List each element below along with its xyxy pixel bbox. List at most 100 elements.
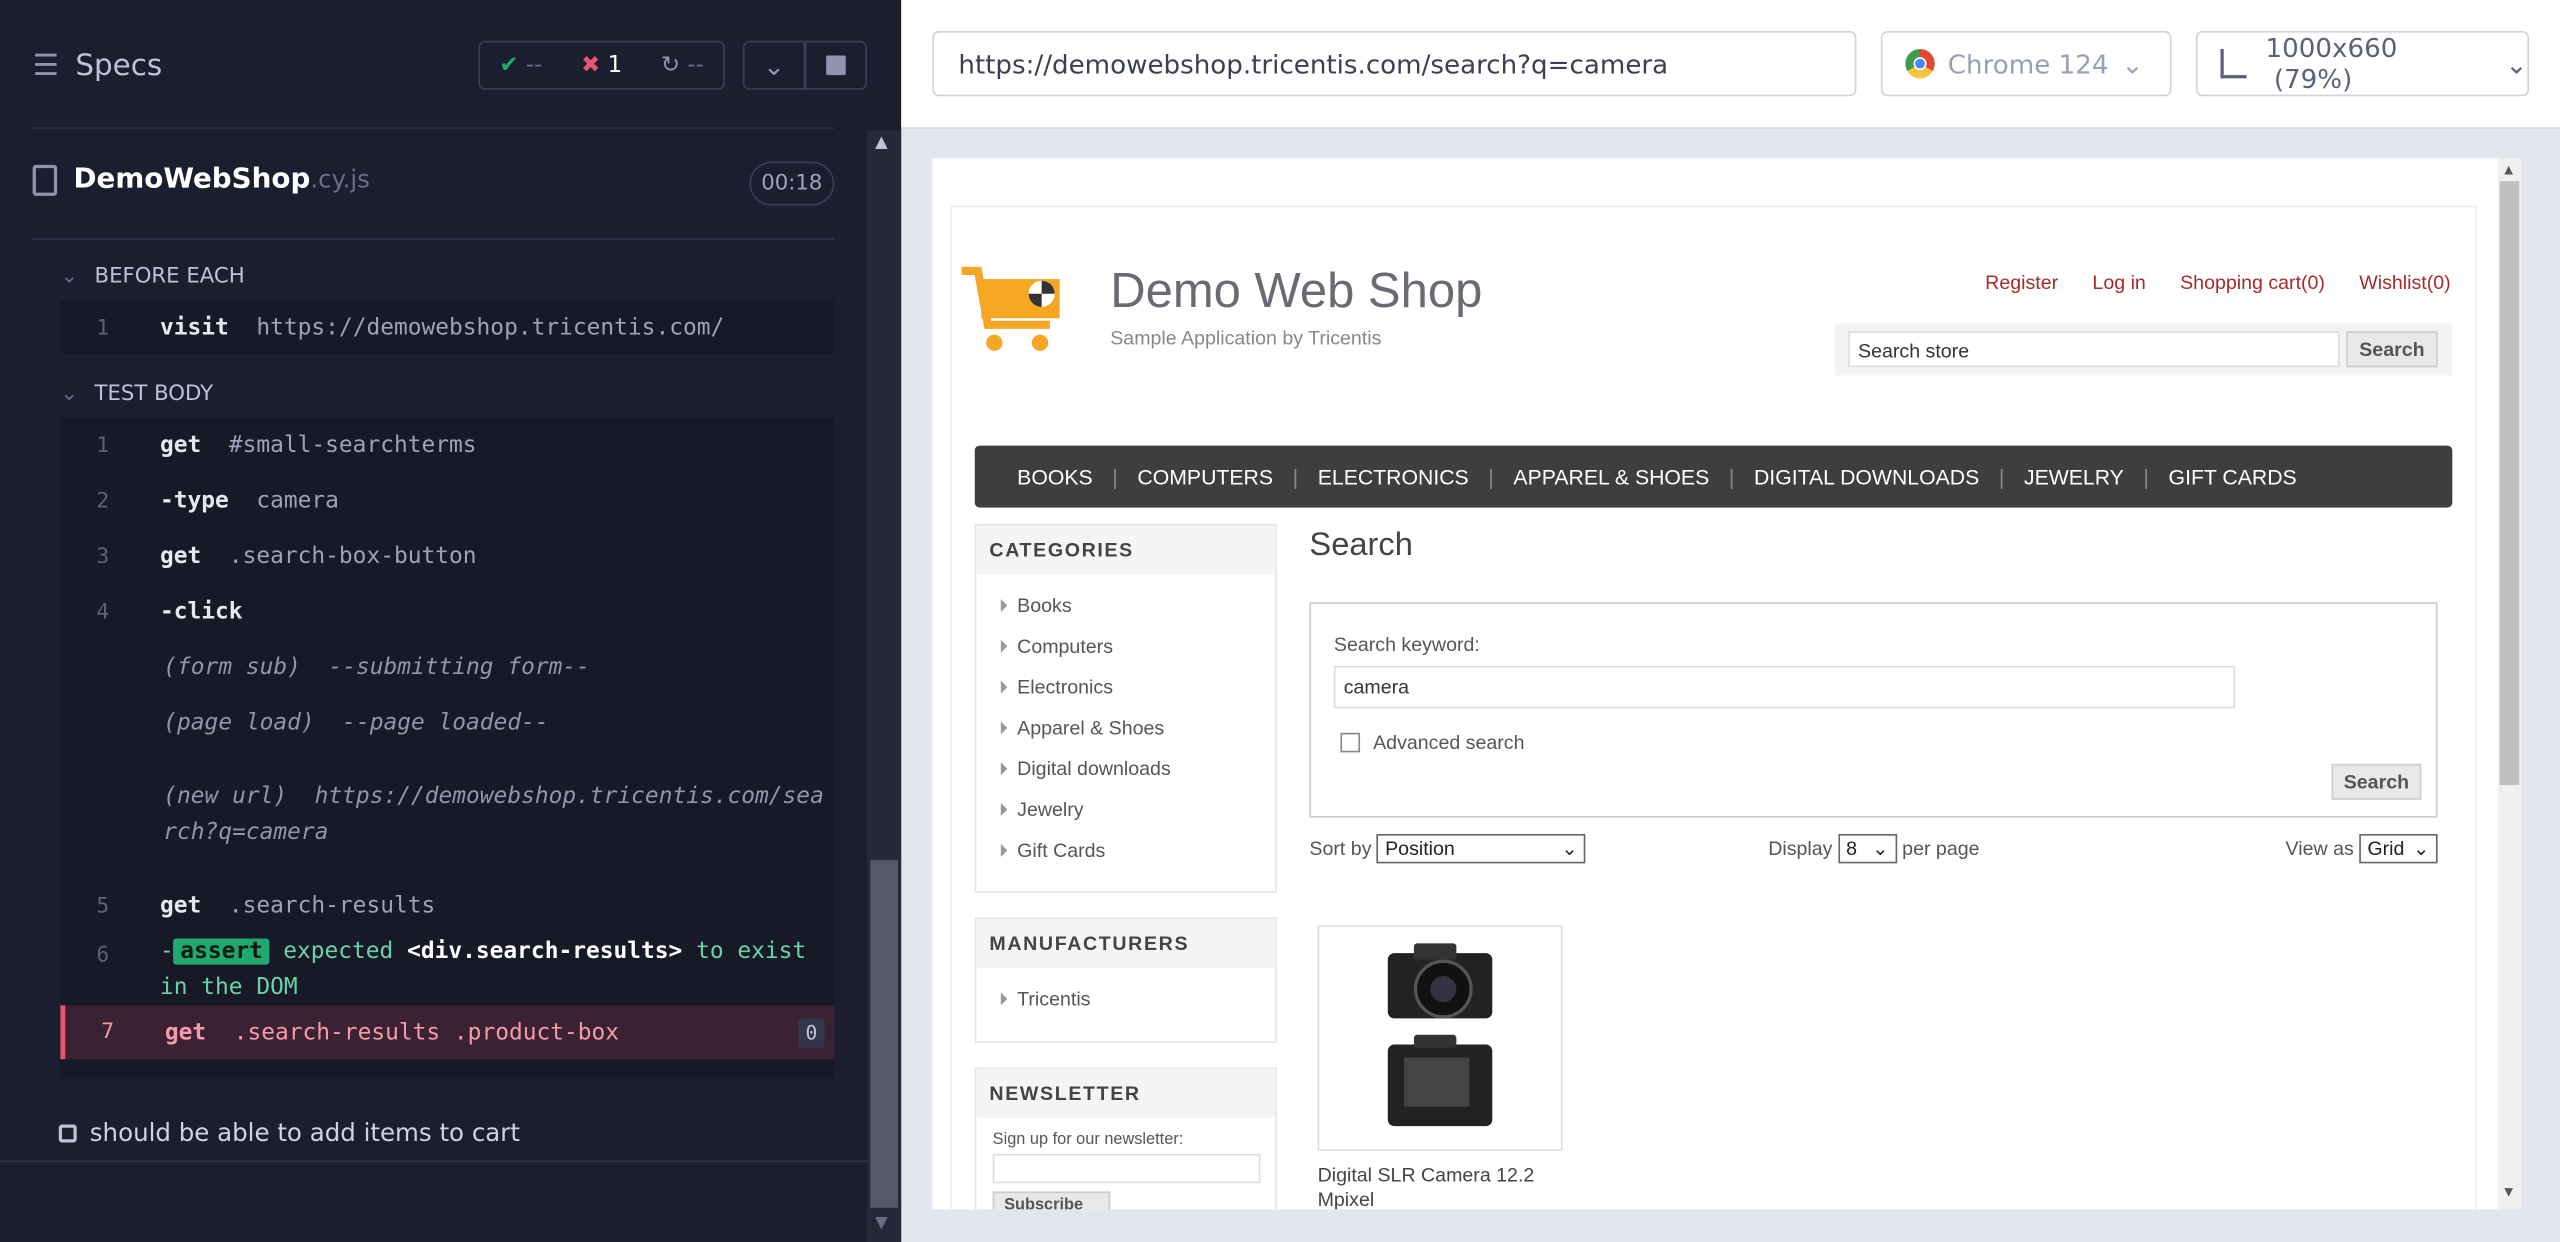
spinner-icon: ↻ — [660, 52, 681, 79]
demo-web-shop-page: Demo Web Shop Sample Application by Tric… — [951, 207, 2476, 1210]
command-row[interactable]: 3 get .search-box-button — [60, 529, 834, 584]
menu-jewelry[interactable]: JEWELRY — [2004, 464, 2143, 488]
passed-stat: ✔ -- — [499, 52, 543, 79]
logo-title[interactable]: Demo Web Shop — [1110, 264, 1482, 319]
subscribe-button[interactable]: Subscribe — [992, 1191, 1111, 1210]
display-select[interactable]: 8 ⌄ — [1837, 834, 1897, 864]
keyword-input[interactable]: camera — [1333, 665, 2236, 709]
event-row[interactable]: (page load) --page loaded-- — [60, 695, 834, 750]
category-item[interactable]: Apparel & Shoes — [1000, 707, 1275, 748]
menu-apparel[interactable]: APPAREL & SHOES — [1494, 464, 1729, 488]
keyword-label: Search keyword: — [1333, 633, 1480, 657]
header-links: Register Log in Shopping cart(0) Wishlis… — [1985, 271, 2450, 294]
category-item[interactable]: Jewelry — [1000, 788, 1275, 829]
iframe-scrollbar-thumb[interactable] — [2499, 181, 2520, 786]
category-item[interactable]: Gift Cards — [1000, 829, 1275, 870]
reporter-header: ☰ Specs ✔ -- ✖ 1 ↻ -- ⌄ — [0, 0, 901, 131]
stop-button[interactable] — [804, 40, 867, 90]
category-item[interactable]: Electronics — [1000, 666, 1275, 707]
assert-badge: assert — [173, 938, 270, 965]
search-box: Search keyword: camera Advanced search S… — [1309, 602, 2438, 818]
spec-title: DemoWebShop.cy.js — [32, 163, 370, 196]
product-image[interactable] — [1317, 925, 1563, 1151]
next-test[interactable]: should be able to add items to cart — [58, 1118, 520, 1147]
divider — [0, 1160, 867, 1163]
newsletter-email-input[interactable] — [992, 1153, 1261, 1184]
search-store-input[interactable]: Search store — [1848, 331, 2340, 368]
chevron-down-icon[interactable]: ⌄ — [742, 40, 805, 90]
result-options: Sort by Position ⌄ Display 8 ⌄ per page Vi… — [1309, 834, 2438, 867]
pending-stat: ↻ -- — [660, 52, 704, 79]
sort-select[interactable]: Position ⌄ — [1376, 834, 1586, 864]
chrome-icon — [1905, 48, 1935, 79]
failed-command-row[interactable]: 7 get .search-results .product-box 0 — [60, 1005, 835, 1060]
command-row[interactable]: 1 visit https://demowebshop.tricentis.co… — [60, 300, 834, 355]
scroll-down-icon[interactable]: ▼ — [875, 1214, 888, 1232]
x-icon: ✖ — [581, 52, 601, 79]
categories-block: CATEGORIES Books Computers Electronics A… — [974, 523, 1277, 893]
event-row[interactable]: (new url) https://demowebshop.tricentis.… — [60, 751, 834, 878]
event-row[interactable]: (form sub) --submitting form-- — [60, 640, 834, 695]
wishlist-link[interactable]: Wishlist(0) — [2359, 271, 2450, 294]
failed-stat: ✖ 1 — [581, 52, 623, 79]
checkbox-icon — [58, 1123, 77, 1142]
top-menu: BOOKS | COMPUTERS | ELECTRONICS | APPAREL &… — [974, 445, 2453, 508]
site-header: Demo Web Shop Sample Application by Tric… — [952, 207, 2475, 435]
test-body-header[interactable]: ⌄ TEST BODY — [60, 382, 213, 406]
command-row[interactable]: 1 get #small-searchterms — [60, 418, 834, 473]
login-link[interactable]: Log in — [2092, 271, 2145, 294]
scrollbar-thumb[interactable] — [870, 860, 898, 1208]
test-stats: ✔ -- ✖ 1 ↻ -- — [478, 40, 725, 90]
manufacturer-item[interactable]: Tricentis — [1000, 978, 1275, 1019]
manufacturers-title: MANUFACTURERS — [976, 918, 1276, 968]
ruler-icon — [2220, 48, 2246, 79]
scroll-up-icon[interactable]: ▲ — [2501, 162, 2516, 178]
search-store-button[interactable]: Search — [2346, 331, 2438, 368]
menu-icon: ☰ — [32, 48, 60, 84]
newsletter-title: NEWSLETTER — [976, 1069, 1276, 1118]
logo-subtitle: Sample Application by Tricentis — [1110, 326, 1382, 350]
timer: 00:18 — [749, 161, 835, 206]
specs-toggle[interactable]: ☰ Specs — [33, 49, 163, 83]
viewport-selector[interactable]: 1000x660 (79%) ⌄ — [2195, 31, 2530, 97]
spec-ext: .cy.js — [310, 164, 370, 195]
scroll-up-icon[interactable]: ▲ — [875, 134, 888, 152]
register-link[interactable]: Register — [1985, 271, 2058, 294]
chevron-down-icon: ⌄ — [60, 381, 79, 407]
spec-name: DemoWebShop — [73, 163, 311, 196]
command-log-panel: ☰ Specs ✔ -- ✖ 1 ↻ -- ⌄ DemoWebShop.cy.j… — [0, 0, 902, 1242]
category-item[interactable]: Computers — [1000, 625, 1275, 666]
divider — [32, 127, 835, 129]
command-row[interactable]: 2 -type camera — [60, 473, 834, 528]
assert-row[interactable]: 6 - assert expected <div.search-results> … — [60, 934, 834, 1006]
command-row[interactable]: 5 get .search-results — [60, 878, 834, 933]
product-title-link[interactable]: Digital SLR Camera 12.2 Mpixel — [1318, 1164, 1563, 1210]
url-bar[interactable]: https://demowebshop.tricentis.com/search… — [932, 31, 1857, 97]
specs-label: Specs — [75, 48, 163, 84]
category-item[interactable]: Books — [1000, 584, 1275, 625]
advanced-search[interactable]: Advanced search — [1340, 731, 1525, 754]
search-button[interactable]: Search — [2331, 763, 2422, 800]
view-select[interactable]: Grid ⌄ — [2359, 834, 2438, 864]
aut-header: https://demowebshop.tricentis.com/search… — [901, 0, 2560, 129]
menu-digital[interactable]: DIGITAL DOWNLOADS — [1734, 464, 1998, 488]
app-iframe: Demo Web Shop Sample Application by Tric… — [932, 158, 2521, 1210]
chevron-down-icon: ⌄ — [2505, 48, 2528, 80]
command-row[interactable]: 4 -click — [60, 584, 834, 639]
divider — [32, 238, 835, 240]
advanced-search-checkbox[interactable] — [1340, 732, 1361, 753]
cart-logo-icon[interactable] — [958, 266, 1062, 354]
categories-title: CATEGORIES — [976, 525, 1276, 575]
menu-computers[interactable]: COMPUTERS — [1118, 464, 1293, 488]
cart-link[interactable]: Shopping cart(0) — [2180, 271, 2325, 294]
chevron-down-icon: ⌄ — [2121, 48, 2144, 80]
menu-giftcards[interactable]: GIFT CARDS — [2149, 464, 2316, 488]
category-item[interactable]: Digital downloads — [1000, 748, 1275, 789]
menu-electronics[interactable]: ELECTRONICS — [1298, 464, 1488, 488]
newsletter-block: NEWSLETTER Sign up for our newsletter: S… — [974, 1067, 1277, 1210]
scroll-down-icon[interactable]: ▼ — [2501, 1183, 2516, 1199]
menu-books[interactable]: BOOKS — [998, 464, 1113, 488]
chevron-down-icon: ⌄ — [60, 264, 79, 289]
browser-selector[interactable]: Chrome 124 ⌄ — [1880, 31, 2172, 97]
before-each-header[interactable]: ⌄ BEFORE EACH — [60, 264, 244, 288]
